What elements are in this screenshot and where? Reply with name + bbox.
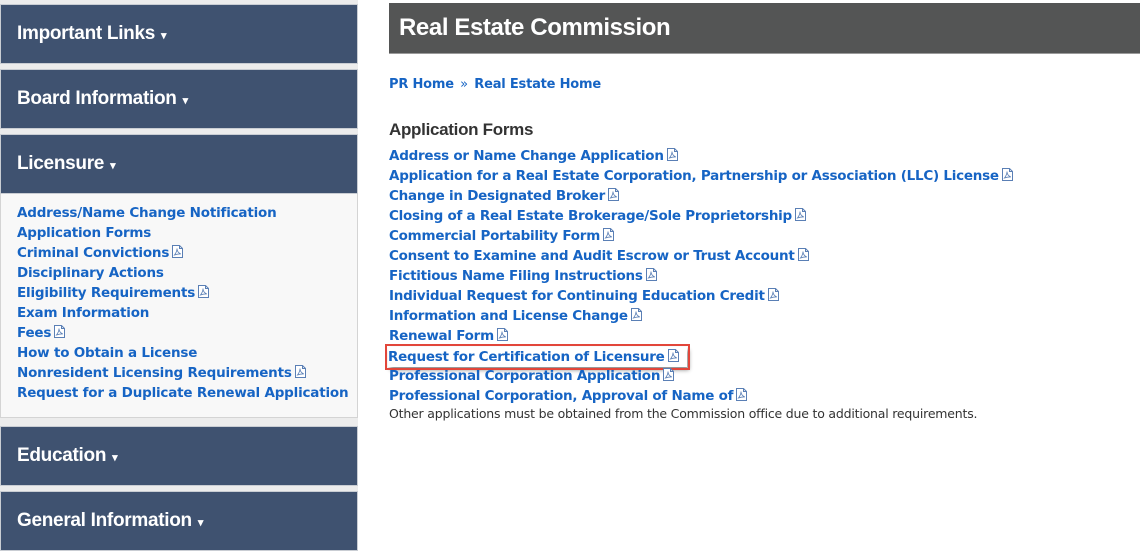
panel-important-links[interactable]: Important Links ▾ (0, 4, 358, 64)
form-link-commercial-portability-form[interactable]: Commercial Portability Form (389, 226, 1140, 246)
link-label: Commercial Portability Form (389, 228, 601, 244)
pdf-icon (667, 348, 679, 362)
form-link-request-for-certification-of-licensure[interactable]: Request for Certification of Licensure (385, 344, 690, 370)
application-forms-list: Address or Name Change Application Applic… (385, 146, 1140, 406)
pdf-icon (54, 324, 66, 338)
panel-label: Education (17, 445, 107, 466)
link-label: Consent to Examine and Audit Escrow or T… (389, 248, 795, 264)
section-title: Application Forms (389, 120, 534, 139)
caret-down-icon: ▾ (182, 95, 189, 107)
pdf-icon (630, 307, 642, 321)
caret-down-icon: ▾ (110, 160, 116, 172)
licensure-link-address-name-change-notification[interactable]: Address/Name Change Notification (17, 203, 341, 223)
form-link-information-and-license-change[interactable]: Information and License Change (389, 306, 1140, 326)
caret-down-icon: ▾ (197, 517, 204, 529)
link-label: Professional Corporation Application (389, 368, 661, 384)
link-label: Individual Request for Continuing Educat… (389, 288, 765, 304)
pdf-icon (797, 247, 809, 261)
link-label: Fees (17, 325, 52, 341)
page-title: Real Estate Commission (399, 14, 671, 41)
link-label: Exam Information (17, 305, 150, 321)
link-label: Address or Name Change Application (389, 148, 664, 164)
link-label: Closing of a Real Estate Brokerage/Sole … (389, 208, 792, 224)
link-label: Eligibility Requirements (17, 285, 196, 301)
licensure-link-fees[interactable]: Fees (17, 323, 341, 343)
caret-down-icon: ▾ (112, 452, 118, 464)
panel-board-information[interactable]: Board Information ▾ (0, 69, 358, 129)
breadcrumb: PR Home » Real Estate Home (389, 77, 1140, 92)
panel-label: Licensure (17, 153, 105, 174)
pdf-icon (767, 287, 779, 301)
form-link-professional-corporation-application[interactable]: Professional Corporation Application (389, 366, 1140, 386)
pdf-icon (294, 364, 306, 378)
form-link-application-for-a-real-estate-corporation-partnership-or-association-llc-license[interactable]: Application for a Real Estate Corporatio… (389, 166, 1140, 186)
link-label: Professional Corporation, Approval of Na… (389, 388, 734, 404)
pdf-icon (607, 187, 619, 201)
link-label: Disciplinary Actions (17, 265, 164, 281)
panel-label: Important Links (17, 23, 156, 44)
form-link-fictitious-name-filing-instructions[interactable]: Fictitious Name Filing Instructions (389, 266, 1140, 286)
link-label: Application for a Real Estate Corporatio… (389, 168, 999, 184)
pdf-icon (198, 284, 210, 298)
breadcrumb-separator: » (460, 77, 468, 92)
licensure-link-request-for-a-duplicate-renewal-application[interactable]: Request for a Duplicate Renewal Applicat… (17, 383, 349, 403)
panel-label: General Information (17, 510, 192, 531)
caret-down-icon: ▾ (161, 30, 167, 42)
licensure-link-criminal-convictions[interactable]: Criminal Convictions (17, 243, 341, 263)
licensure-link-nonresident-licensing-requirements[interactable]: Nonresident Licensing Requirements (17, 363, 341, 383)
form-link-change-in-designated-broker[interactable]: Change in Designated Broker (389, 186, 1140, 206)
form-link-professional-corporation-approval-of-name-of[interactable]: Professional Corporation, Approval of Na… (389, 386, 1140, 406)
link-label: Application Forms (17, 225, 152, 241)
link-label: Request for Certification of Licensure (388, 349, 665, 365)
note-text: Other applications must be obtained from… (389, 406, 978, 421)
link-label: Nonresident Licensing Requirements (17, 365, 292, 381)
pdf-icon (1001, 167, 1013, 181)
link-label: Renewal Form (389, 328, 494, 344)
divider (0, 418, 358, 426)
pdf-icon (172, 244, 184, 258)
panel-licensure[interactable]: Licensure ▾ (0, 134, 358, 194)
page-title-bar: Real Estate Commission (389, 3, 1140, 54)
pdf-icon (496, 327, 508, 341)
licensure-link-disciplinary-actions[interactable]: Disciplinary Actions (17, 263, 341, 283)
link-label: Change in Designated Broker (389, 188, 605, 204)
link-label: Address/Name Change Notification (17, 205, 277, 221)
licensure-link-application-forms[interactable]: Application Forms (17, 223, 341, 243)
pdf-icon (645, 267, 657, 281)
main-content: Real Estate Commission PR Home » Real Es… (385, 0, 1140, 422)
panel-education[interactable]: Education ▾ (0, 426, 358, 486)
licensure-links: Address/Name Change Notification Applicat… (0, 194, 358, 418)
link-label: How to Obtain a License (17, 345, 198, 361)
highlighted-form-wrapper: Request for Certification of Licensure (385, 344, 1140, 370)
link-label: Request for a Duplicate Renewal Applicat… (17, 385, 349, 401)
licensure-link-how-to-obtain-a-license[interactable]: How to Obtain a License (17, 343, 341, 363)
pdf-icon (663, 367, 675, 381)
form-link-closing-of-a-real-estate-brokerage-sole-proprietorship[interactable]: Closing of a Real Estate Brokerage/Sole … (389, 206, 1140, 226)
link-label: Fictitious Name Filing Instructions (389, 268, 643, 284)
breadcrumb-pr-home[interactable]: PR Home (389, 77, 454, 92)
pdf-icon (666, 147, 678, 161)
sidebar: Important Links ▾ Board Information ▾ Li… (0, 0, 358, 551)
pdf-icon (603, 227, 615, 241)
link-label: Criminal Convictions (17, 245, 170, 261)
panel-general-information[interactable]: General Information ▾ (0, 491, 358, 551)
breadcrumb-real-estate-home[interactable]: Real Estate Home (474, 77, 601, 92)
licensure-link-exam-information[interactable]: Exam Information (17, 303, 341, 323)
pdf-icon (736, 387, 748, 401)
form-link-address-or-name-change-application[interactable]: Address or Name Change Application (389, 146, 1140, 166)
licensure-link-eligibility-requirements[interactable]: Eligibility Requirements (17, 283, 341, 303)
panel-label: Board Information (17, 88, 177, 109)
form-link-renewal-form[interactable]: Renewal Form (389, 326, 1140, 346)
pdf-icon (794, 207, 806, 221)
form-link-consent-to-examine-and-audit-escrow-or-trust-account[interactable]: Consent to Examine and Audit Escrow or T… (389, 246, 1140, 266)
link-label: Information and License Change (389, 308, 628, 324)
form-link-individual-request-for-continuing-education-credit[interactable]: Individual Request for Continuing Educat… (389, 286, 1140, 306)
